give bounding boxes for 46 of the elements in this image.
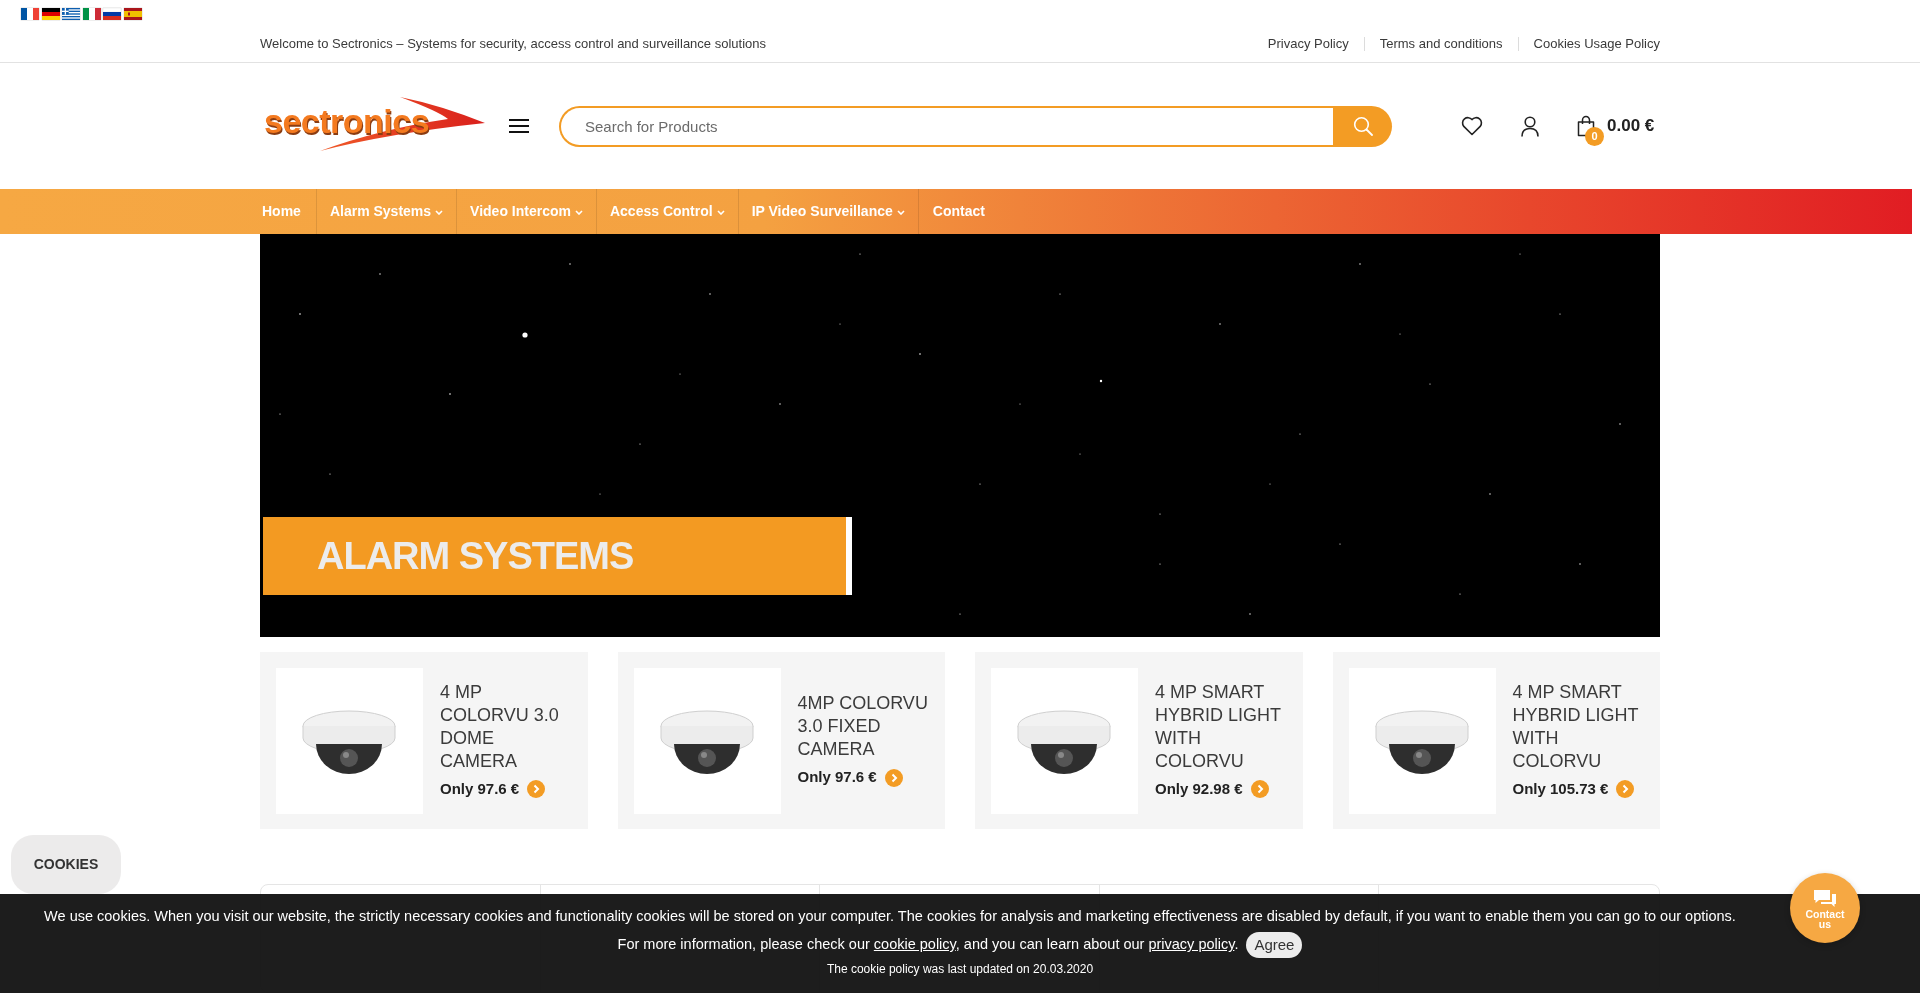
greece-flag-icon[interactable] xyxy=(62,8,80,20)
product-title[interactable]: 4 MP COLORVU 3.0 DOME CAMERA xyxy=(440,680,574,773)
chevron-down-icon xyxy=(435,210,444,215)
france-flag-icon[interactable] xyxy=(21,8,39,20)
cart-total[interactable]: 0.00 € xyxy=(1607,113,1655,139)
product-card[interactable]: 4 MP SMART HYBRID LIGHT WITH COLORVU Only 92.98 € xyxy=(975,652,1303,829)
product-title[interactable]: 4MP COLORVU 3.0 FIXED CAMERA xyxy=(797,692,932,762)
chevron-down-icon xyxy=(716,210,725,215)
product-price: Only 97.6 € xyxy=(440,778,520,799)
cookie-notice: For more information, please check our cookie policy, and you can learn about our privacy policy. xyxy=(617,935,1239,955)
chat-icon xyxy=(1813,889,1837,909)
camera-drawing[interactable] xyxy=(633,667,781,814)
top-bar-link[interactable]: Privacy Policy xyxy=(1252,34,1364,54)
germany-flag-icon[interactable] xyxy=(41,8,60,20)
italy-flag-icon[interactable] xyxy=(82,8,101,20)
chevron-down-icon xyxy=(896,210,905,215)
policy-link[interactable]: cookie policy xyxy=(873,936,956,953)
chevron-down-icon xyxy=(574,210,583,215)
cookies-button[interactable]: COOKIES xyxy=(11,835,121,894)
policy-link[interactable]: privacy policy xyxy=(1148,936,1235,953)
product-card[interactable]: 4MP COLORVU 3.0 FIXED CAMERA Only 97.6 € xyxy=(617,652,945,829)
search-icon xyxy=(1352,116,1373,136)
camera-drawing[interactable] xyxy=(1348,667,1496,814)
camera-drawing[interactable] xyxy=(276,667,423,814)
menu-icon[interactable] xyxy=(509,119,529,133)
banner-title: ALARM SYSTEMS xyxy=(263,517,852,595)
product-price: Only 97.6 € xyxy=(797,767,877,788)
product-title[interactable]: 4 MP SMART HYBRID LIGHT WITH COLORVU xyxy=(1512,680,1647,773)
camera-drawing[interactable] xyxy=(991,667,1138,814)
product-price: Only 105.73 € xyxy=(1512,778,1609,799)
product-price: Only 92.98 € xyxy=(1155,778,1243,799)
top-bar-link[interactable]: Terms and conditions xyxy=(1364,34,1518,54)
cookie-notice: We use cookies. When you visit our website, the strictly necessary cookies and functionality cookies will be stored on your computer. The cookies for analysis and marketing effectiveness are disabled by default, if you want to enable them you can go to our options. xyxy=(44,907,1736,927)
cookie-policy-date: The cookie policy was last updated on 20.03.2020 xyxy=(826,961,1094,978)
search-field[interactable]: Search for Products xyxy=(559,105,1333,147)
cart-count-badge: 0 xyxy=(1585,127,1604,146)
top-bar-link[interactable]: Cookies Usage Policy xyxy=(1518,34,1660,54)
agree-button[interactable]: Agree xyxy=(1246,932,1303,958)
russia-flag-icon[interactable] xyxy=(103,8,121,20)
product-card[interactable]: 4 MP SMART HYBRID LIGHT WITH COLORVU Only 105.73 € xyxy=(1332,652,1660,829)
heart-icon[interactable] xyxy=(1461,116,1483,136)
product-card[interactable]: 4 MP COLORVU 3.0 DOME CAMERA Only 97.6 € xyxy=(260,652,588,829)
user-icon[interactable] xyxy=(1521,115,1539,137)
product-title[interactable]: 4 MP SMART HYBRID LIGHT WITH COLORVU xyxy=(1155,680,1289,773)
spain-flag-icon[interactable] xyxy=(123,8,142,20)
welcome-text: Welcome to Sectronics – Systems for security, access control and surveillance solutions xyxy=(260,35,766,54)
